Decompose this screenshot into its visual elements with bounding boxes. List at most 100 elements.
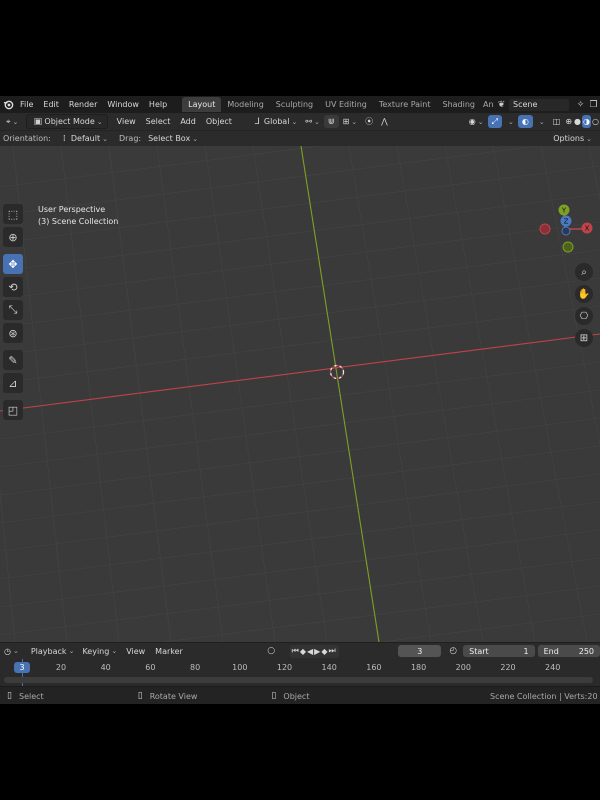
scene-selector[interactable]: Scene xyxy=(507,97,570,112)
drag-dropdown[interactable]: Select Box ⌄ xyxy=(144,132,202,145)
ruler-tick-label: 240 xyxy=(545,663,561,672)
cursor-tool[interactable]: ⊕ xyxy=(3,227,23,247)
grid-icon: ⊞ xyxy=(579,332,589,344)
menu-select[interactable]: Select xyxy=(141,117,176,126)
axis-gizmo[interactable]: Y Z X xyxy=(535,201,600,261)
menu-file[interactable]: File xyxy=(15,100,38,109)
perspective-toggle-button[interactable]: ⊞ xyxy=(575,329,593,347)
marker-menu[interactable]: Marker xyxy=(150,647,188,656)
tab-shading[interactable]: Shading xyxy=(436,97,481,112)
end-frame-field[interactable]: End 250 xyxy=(537,645,600,657)
neg-y-axis-handle[interactable] xyxy=(562,241,574,253)
perspective-label: User Perspective xyxy=(38,205,106,214)
shading-wireframe[interactable]: ⊕ xyxy=(564,115,573,128)
rotate-icon: ⟲ xyxy=(8,280,18,294)
scale-tool[interactable]: ⤡ xyxy=(3,300,23,320)
measure-tool[interactable]: ⊿ xyxy=(3,373,23,393)
shading-material[interactable]: ◑ xyxy=(582,115,592,128)
snap-toggle[interactable]: ⋓ xyxy=(323,115,339,128)
move-tool[interactable]: ✥ xyxy=(3,254,23,274)
shading-solid[interactable]: ● xyxy=(573,115,582,128)
prev-keyframe-icon[interactable]: ◆ xyxy=(300,647,307,656)
gizmo-toggle[interactable]: ⤢ xyxy=(487,115,503,128)
play-icon[interactable]: ▶ xyxy=(314,647,321,656)
camera-view-button[interactable]: ⎔ xyxy=(575,307,593,325)
tab-modeling[interactable]: Modeling xyxy=(221,97,269,112)
new-scene-icon[interactable]: ❐ xyxy=(587,98,600,111)
menu-render[interactable]: Render xyxy=(64,100,102,109)
play-reverse-icon[interactable]: ◀ xyxy=(307,647,314,656)
blender-logo-icon[interactable] xyxy=(2,98,15,111)
orientation-default-value: Default xyxy=(70,134,101,143)
rotate-tool[interactable]: ⟲ xyxy=(3,277,23,297)
x-axis-letter: X xyxy=(585,225,590,233)
timeline-scrollbar[interactable] xyxy=(4,677,593,683)
pin-icon[interactable]: ✧ xyxy=(574,98,587,111)
grid-line xyxy=(0,221,600,300)
status-rotate: Rotate View xyxy=(149,691,198,701)
scene-icon[interactable]: ❦ xyxy=(495,98,508,111)
menu-edit[interactable]: Edit xyxy=(38,100,64,109)
current-frame-field[interactable]: 3 xyxy=(398,645,442,657)
tab-layout[interactable]: Layout xyxy=(182,97,222,112)
orientation-label: Orientation: xyxy=(3,134,51,143)
chevron-down-icon: ⌄ xyxy=(538,117,545,126)
clock-icon: ◷ xyxy=(4,646,11,656)
proportional-edit-toggle[interactable]: ⦿ xyxy=(361,115,377,128)
tab-uv-editing[interactable]: UV Editing xyxy=(319,97,373,112)
auto-key-icon[interactable]: ○ xyxy=(265,645,277,658)
timer-icon[interactable]: ◴ xyxy=(447,645,459,658)
editor-type-button[interactable]: ⌖ ⌄ xyxy=(2,115,22,128)
playback-menu[interactable]: Playback ⌄ xyxy=(27,645,79,658)
orientation-default-dropdown[interactable]: ⁞ Default ⌄ xyxy=(54,132,112,145)
shading-rendered[interactable]: ○ xyxy=(591,115,600,128)
start-frame-field[interactable]: Start 1 xyxy=(463,645,535,657)
tab-texture-paint[interactable]: Texture Paint xyxy=(373,97,437,112)
neg-x-axis-handle[interactable] xyxy=(539,223,551,235)
select-box-tool[interactable]: ⬚ xyxy=(3,204,23,224)
timeline-editor-type[interactable]: ◷ ⌄ xyxy=(0,645,23,658)
timeline-view-menu[interactable]: View xyxy=(121,647,150,656)
add-cube-tool[interactable]: ◰ xyxy=(3,400,23,420)
neg-z-axis-handle[interactable] xyxy=(561,226,571,236)
menu-view[interactable]: View xyxy=(112,117,141,126)
annotate-tool[interactable]: ✎ xyxy=(3,350,23,370)
overlays-dropdown[interactable]: ⌄ xyxy=(533,115,549,128)
pivot-dropdown[interactable]: ⚯ ⌄ xyxy=(301,115,324,128)
snap-target-dropdown[interactable]: ⊞ ⌄ xyxy=(339,115,362,128)
playhead[interactable]: 3 xyxy=(14,662,30,673)
top-bar: File Edit Render Window Help Layout Mode… xyxy=(0,96,600,113)
grid-line xyxy=(0,277,600,356)
menu-object[interactable]: Object xyxy=(201,117,237,126)
next-keyframe-icon[interactable]: ◆ xyxy=(321,647,328,656)
jump-start-icon[interactable]: ⏮ xyxy=(292,646,300,656)
cursor-arrow-icon: ⬚ xyxy=(7,207,19,221)
visibility-dropdown[interactable]: ◉ ⌄ xyxy=(465,115,488,128)
keying-menu[interactable]: Keying ⌄ xyxy=(78,645,121,658)
menu-help[interactable]: Help xyxy=(144,100,172,109)
mode-dropdown[interactable]: ▣ Object Mode ⌄ xyxy=(26,114,108,129)
falloff-dropdown[interactable]: ⋀ xyxy=(377,115,392,128)
grid-line xyxy=(396,146,484,642)
menu-add[interactable]: Add xyxy=(175,117,201,126)
orientation-dropdown[interactable]: ⅃ Global ⌄ xyxy=(247,115,301,128)
timeline-ruler[interactable]: 3 20 40 60 80 100 120 140 160 180 200 220 240 xyxy=(0,659,600,686)
tab-sculpting[interactable]: Sculpting xyxy=(270,97,319,112)
menu-window[interactable]: Window xyxy=(102,100,144,109)
scene-name: Scene xyxy=(512,100,538,109)
chevron-down-icon: ⌄ xyxy=(291,117,298,126)
playback-label: Playback xyxy=(30,646,67,656)
ruler-tick-label: 40 xyxy=(100,663,111,672)
zoom-button[interactable]: ⌕ xyxy=(575,263,593,281)
xray-toggle[interactable]: ◫ xyxy=(549,115,565,128)
3d-viewport[interactable]: User Perspective (3) Scene Collection ⬚ … xyxy=(0,146,600,642)
overlays-toggle[interactable]: ◐ xyxy=(517,115,533,128)
pan-button[interactable]: ✋ xyxy=(575,285,593,303)
tab-animation[interactable]: An xyxy=(481,97,493,112)
transform-orientation-icon: ⅃ xyxy=(254,116,260,127)
transform-tool[interactable]: ⊛ xyxy=(3,323,23,343)
options-dropdown[interactable]: Options ⌄ xyxy=(549,132,596,145)
gizmo-dropdown[interactable]: ⌄ xyxy=(502,115,518,128)
jump-end-icon[interactable]: ⏭ xyxy=(328,646,336,656)
ruler-tick-label: 180 xyxy=(410,663,427,672)
